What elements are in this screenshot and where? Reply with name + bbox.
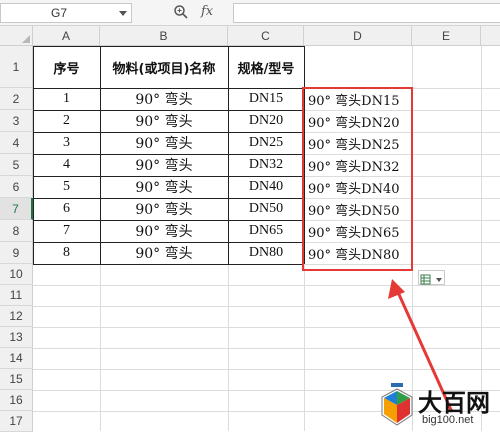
watermark-title: 大百网 bbox=[418, 389, 490, 417]
logo-icon bbox=[381, 383, 413, 426]
watermark-url: big100.net bbox=[422, 414, 474, 426]
watermark-logo: 大百网 big100.net bbox=[375, 381, 500, 431]
red-arrow-icon bbox=[388, 279, 454, 413]
